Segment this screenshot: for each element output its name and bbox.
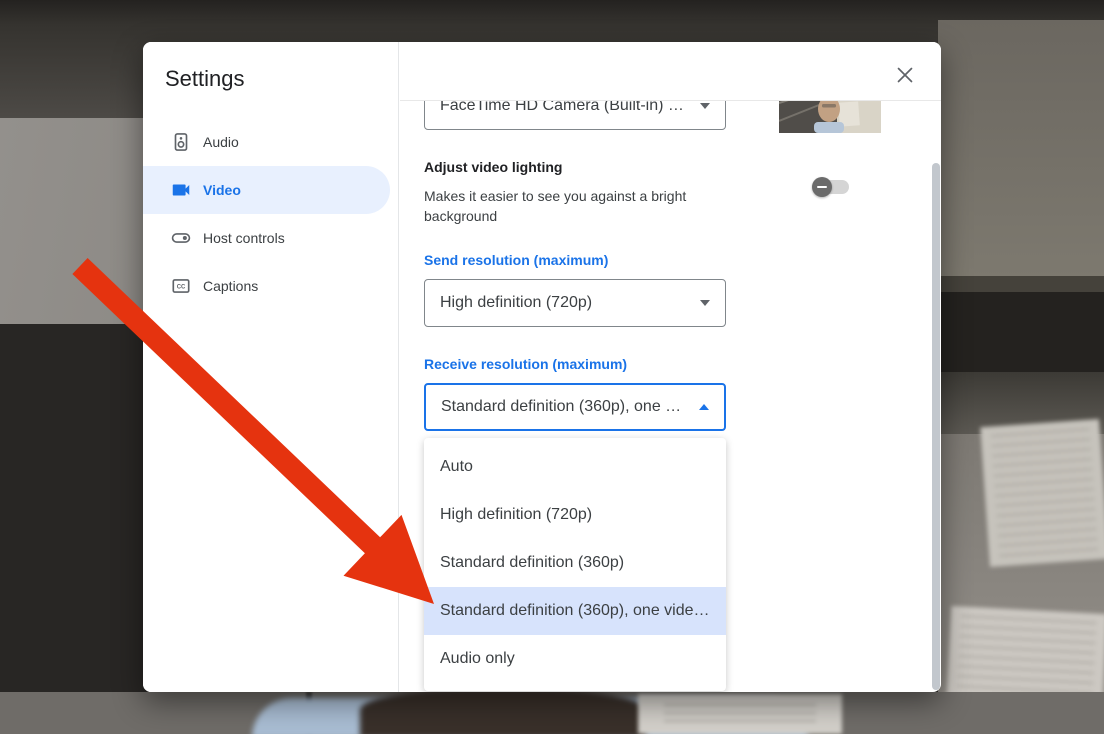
sidebar-item-audio[interactable]: Audio: [143, 118, 390, 166]
menu-option-high-definition[interactable]: High definition (720p): [424, 491, 726, 539]
background-paper: [980, 419, 1104, 567]
send-resolution-label: Send resolution (maximum): [424, 252, 608, 268]
close-icon: [895, 65, 915, 85]
background-person-head: [360, 688, 646, 734]
close-button[interactable]: [895, 65, 915, 85]
toggle-knob: [812, 177, 832, 197]
lighting-toggle[interactable]: [812, 177, 852, 197]
sidebar-item-video[interactable]: Video: [143, 166, 390, 214]
send-resolution-select[interactable]: High definition (720p): [424, 279, 726, 327]
send-resolution-value: High definition (720p): [440, 294, 592, 312]
toggle-icon: [170, 227, 192, 249]
lighting-description: Makes it easier to see you against a bri…: [424, 186, 704, 226]
speaker-icon: [170, 131, 192, 153]
settings-sidebar: Settings Audio Video: [143, 42, 399, 692]
receive-resolution-label: Receive resolution (maximum): [424, 356, 627, 372]
menu-option-standard-definition[interactable]: Standard definition (360p): [424, 539, 726, 587]
receive-resolution-select[interactable]: Standard definition (360p), one …: [424, 383, 726, 431]
chevron-down-icon: [700, 103, 710, 109]
menu-option-audio-only[interactable]: Audio only: [424, 635, 726, 683]
background-projection-screen: [938, 20, 1104, 278]
svg-text:CC: CC: [177, 284, 186, 290]
receive-resolution-value: Standard definition (360p), one …: [441, 398, 681, 416]
chevron-up-icon: [699, 404, 709, 410]
lighting-title: Adjust video lighting: [424, 159, 562, 175]
settings-dialog: Settings Audio Video: [143, 42, 941, 692]
sidebar-item-host-controls[interactable]: Host controls: [143, 214, 390, 262]
background-poster: [638, 694, 842, 734]
toggle-dash-icon: [817, 186, 827, 189]
sidebar-item-label: Video: [203, 182, 241, 198]
sidebar-item-label: Host controls: [203, 230, 285, 246]
chevron-down-icon: [700, 300, 710, 306]
menu-option-auto[interactable]: Auto: [424, 443, 726, 491]
sidebar-item-label: Audio: [203, 134, 239, 150]
sidebar-item-captions[interactable]: CC Captions: [143, 262, 390, 310]
scrollbar-thumb[interactable]: [932, 163, 940, 690]
videocam-icon: [170, 179, 192, 201]
receive-resolution-menu: Auto High definition (720p) Standard def…: [424, 438, 726, 691]
background-shadow-right: [938, 292, 1104, 374]
background-screen-edge: [938, 276, 1104, 292]
menu-option-standard-definition-one-video[interactable]: Standard definition (360p), one vide…: [424, 587, 726, 635]
captions-icon: CC: [170, 275, 192, 297]
screen: Settings Audio Video: [0, 0, 1104, 734]
page-title: Settings: [165, 66, 245, 92]
sidebar-item-label: Captions: [203, 278, 258, 294]
dialog-header: [400, 42, 941, 101]
